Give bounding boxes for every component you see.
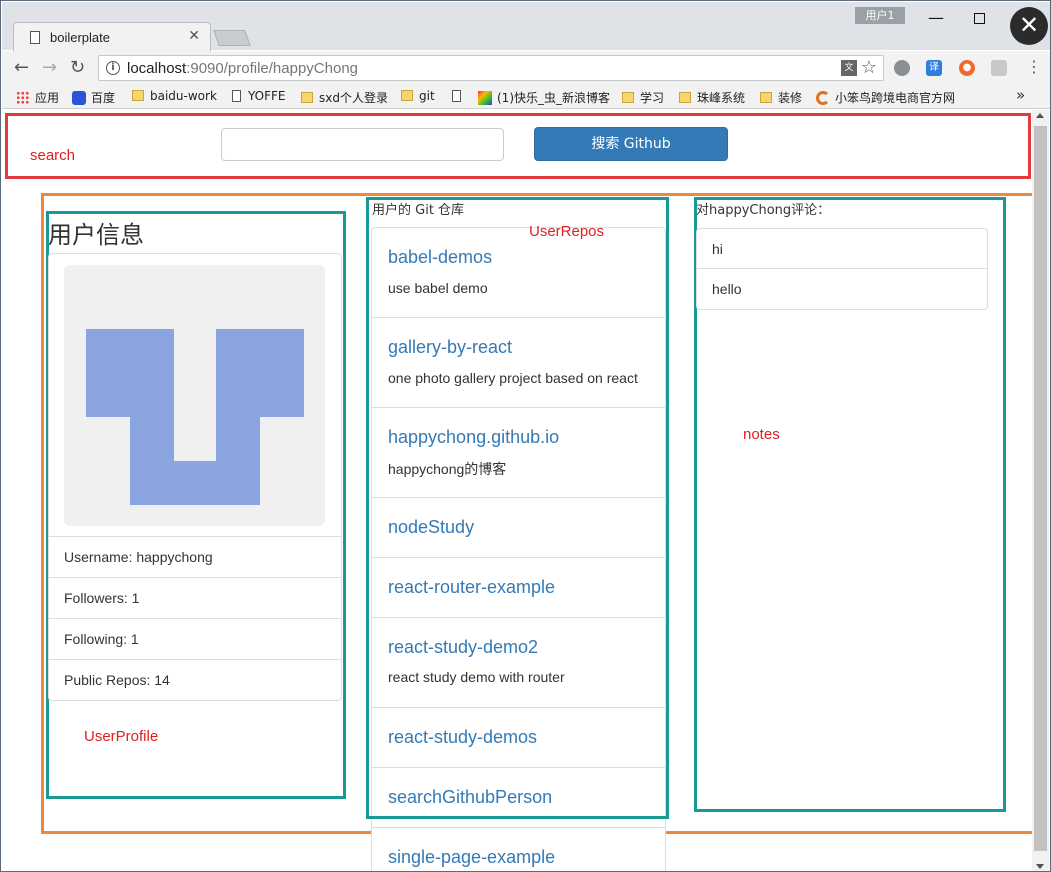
reload-icon[interactable]: ↻ [70,57,85,78]
search-input[interactable] [221,128,504,161]
repo-item[interactable]: single-page-example [371,828,666,871]
browser-window: boilerplate ✕ 用户1 — ✕ ← → ↻ i localhost:… [0,0,1051,872]
folder-icon [401,90,413,101]
scroll-down-icon[interactable] [1036,864,1044,869]
avatar [64,265,325,526]
note-item: hi [696,228,988,269]
bookmark-page[interactable] [452,89,468,103]
scroll-thumb[interactable] [1034,126,1047,851]
user-badge[interactable]: 用户1 [855,7,905,24]
browser-toolbar: ← → ↻ i localhost:9090/profile/happyChon… [2,51,1050,85]
title-bar: boilerplate ✕ 用户1 — ✕ [2,2,1050,52]
repo-name[interactable]: single-page-example [388,847,555,868]
folder-icon [760,92,772,103]
profile-followers: Followers: 1 [49,577,341,618]
profile-username: Username: happychong [49,536,341,577]
address-bar[interactable]: i localhost:9090/profile/happyChong 文 ☆ [98,55,884,81]
folder-icon [132,90,144,101]
bookmark-zhufeng[interactable]: 珠峰系统 [679,89,745,106]
page-icon [452,90,461,102]
tab-title: boilerplate [50,30,110,45]
bookmark-star-icon[interactable]: ☆ [861,57,877,78]
bookmark-yoffe[interactable]: YOFFE [232,89,286,103]
bookmark-apps[interactable]: 应用 [16,89,59,106]
globe-extension-icon[interactable] [894,60,910,76]
page-icon [232,90,241,102]
menu-dots-icon[interactable]: ⋮ [1026,57,1042,76]
translate-extension-icon[interactable]: 译 [926,60,942,76]
paw-icon [72,91,86,105]
tab-close-icon[interactable]: ✕ [188,28,200,44]
bookmark-decor[interactable]: 装修 [760,89,802,106]
notes-heading: 对happyChong评论： [696,203,831,218]
scroll-up-icon[interactable] [1036,113,1044,118]
bookmark-baidu-work[interactable]: baidu-work [132,89,217,103]
profile-following: Following: 1 [49,618,341,659]
bookmarks-bar: 应用 百度 baidu-work YOFFE sxd个人登录 git (1)快乐… [2,85,1050,109]
bookmark-baidu[interactable]: 百度 [72,89,115,106]
folder-icon [301,92,313,103]
forward-arrow-icon[interactable]: → [42,57,57,78]
swirl-icon [816,91,830,105]
bookmark-sxd[interactable]: sxd个人登录 [301,89,388,106]
apps-icon [16,91,29,104]
avatar-block [216,417,260,505]
minimize-icon[interactable]: — [928,8,944,27]
vertical-scrollbar[interactable] [1032,110,1049,871]
bookmark-git[interactable]: git [401,89,435,103]
page-viewport: search 搜索 Github 用户信息 Username: happycho… [2,110,1032,871]
more-bookmarks-icon[interactable]: » [1016,86,1025,104]
notes-annotation: notes [743,426,780,443]
url-text[interactable]: localhost:9090/profile/happyChong [127,60,358,77]
search-section [5,113,1031,179]
user-profile-annotation: UserProfile [84,728,159,745]
avatar-block [130,417,174,505]
maximize-icon[interactable] [974,13,985,24]
folder-icon [622,92,634,103]
close-window-icon[interactable]: ✕ [1010,7,1048,45]
back-arrow-icon[interactable]: ← [14,57,29,78]
bookmark-sina-blog[interactable]: (1)快乐_虫_新浪博客 [478,89,610,106]
site-icon [478,91,492,105]
folder-icon [679,92,691,103]
new-tab-button[interactable] [213,30,251,46]
avatar-block [174,461,216,505]
translate-icon[interactable]: 文 [841,60,857,76]
note-item: hello [696,269,988,310]
profile-public-repos: Public Repos: 14 [49,659,341,700]
user-repos-section [366,197,669,819]
profile-title: 用户信息 [48,222,144,249]
info-icon[interactable]: i [106,61,120,75]
bookmark-xiaobenniao[interactable]: 小笨鸟跨境电商官方网 [816,89,954,106]
user-repos-annotation: UserRepos [529,223,605,240]
avatar-block [216,329,304,417]
search-annotation: search [30,147,76,164]
page-icon [30,31,40,44]
search-github-button[interactable]: 搜索 Github [534,127,728,161]
grid-extension-icon[interactable] [991,60,1007,76]
orange-extension-icon[interactable]: ● [959,60,975,76]
avatar-block [86,329,174,417]
tab-boilerplate[interactable]: boilerplate ✕ [13,22,211,52]
bookmark-study[interactable]: 学习 [622,89,664,106]
